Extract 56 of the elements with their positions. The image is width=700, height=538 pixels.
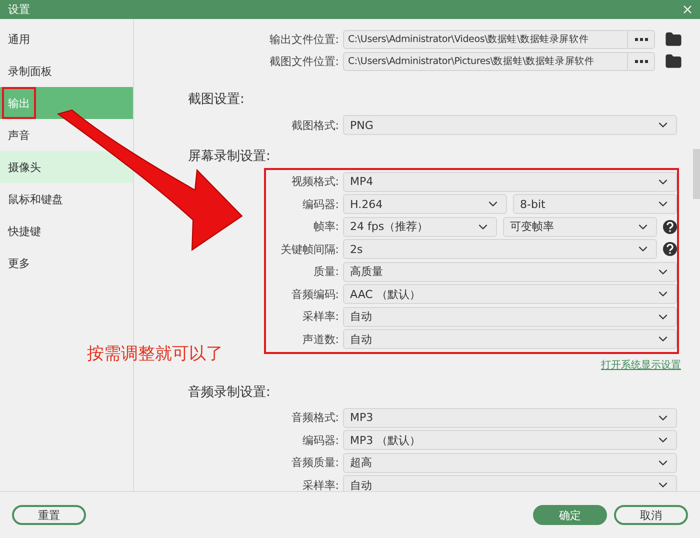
field-label: 截图文件位置: [268,54,340,70]
field-label: 输出文件位置: [268,32,340,47]
field-label: 音频编码: [290,286,340,302]
field-label: 音频格式: [290,410,340,426]
folder-icon[interactable] [665,30,682,48]
path-field[interactable]: C:\Users\Administrator\Pictures\数据蛙\数据蛙录屏软件 [343,52,628,72]
section-title: 音频录制设置: [187,384,272,402]
dropdown[interactable]: 自动 [343,306,677,327]
field-label: 视频格式: [290,174,340,190]
field-label: 编码器: [301,432,340,448]
section-title: 截图设置: [187,91,246,109]
field-label: 截图格式: [290,118,340,133]
field-label: 质量: [312,264,340,280]
dropdown[interactable]: 24 fps（推荐） [343,216,497,237]
help-icon[interactable] [663,220,677,234]
scrollbar-thumb[interactable] [693,149,700,199]
field-label: 音频质量: [290,455,340,470]
dropdown[interactable]: 8-bit [513,194,677,214]
dropdown[interactable]: 可变帧率 [503,216,657,237]
dropdown[interactable]: 自动 [343,475,677,491]
annotation-text: 按需调整就可以了 [87,343,223,365]
dialog-button[interactable]: 取消 [614,505,688,525]
path-field[interactable]: C:\Users\Administrator\Videos\数据蛙\数据蛙录屏软件 [343,30,628,49]
dropdown[interactable]: MP4 [343,172,677,192]
help-icon[interactable] [663,242,677,256]
section-title: 屏幕录制设置: [187,148,272,166]
dropdown[interactable]: 高质量 [343,262,677,282]
field-label: 采样率: [301,309,340,324]
field-label: 采样率: [301,478,340,491]
close-icon[interactable] [681,3,694,16]
dialog-button[interactable]: 重置 [12,505,86,525]
dialog-button[interactable]: 确定 [533,505,607,525]
dropdown[interactable]: AAC （默认） [343,284,677,304]
display-settings-link[interactable]: 打开系统显示设置 [601,358,681,372]
dropdown[interactable]: PNG [343,115,677,136]
sidebar-item[interactable]: 快捷键 [0,215,133,247]
dropdown[interactable]: H.264 [343,194,507,214]
field-label: 编码器: [301,196,340,212]
more-button[interactable] [628,30,655,49]
dropdown[interactable]: MP3 [343,408,677,428]
sidebar-item[interactable]: 通用 [0,23,133,55]
dropdown[interactable]: 超高 [343,452,677,473]
field-label: 帧率: [312,219,340,234]
dropdown[interactable]: MP3 （默认） [343,430,677,450]
sidebar-item[interactable]: 录制面板 [0,55,133,87]
field-label: 声道数: [301,332,340,347]
dropdown[interactable]: 自动 [343,329,677,350]
field-label: 关键帧间隔: [279,242,340,257]
dropdown[interactable]: 2s [343,239,657,260]
folder-icon[interactable] [665,53,682,70]
sidebar-item[interactable]: 摄像头 [0,151,133,183]
sidebar-item[interactable]: 声音 [0,119,133,151]
sidebar-item[interactable]: 鼠标和键盘 [0,183,133,215]
window-title: 设置 [8,2,30,17]
more-button[interactable] [628,52,655,72]
sidebar-item[interactable]: 更多 [0,247,133,279]
